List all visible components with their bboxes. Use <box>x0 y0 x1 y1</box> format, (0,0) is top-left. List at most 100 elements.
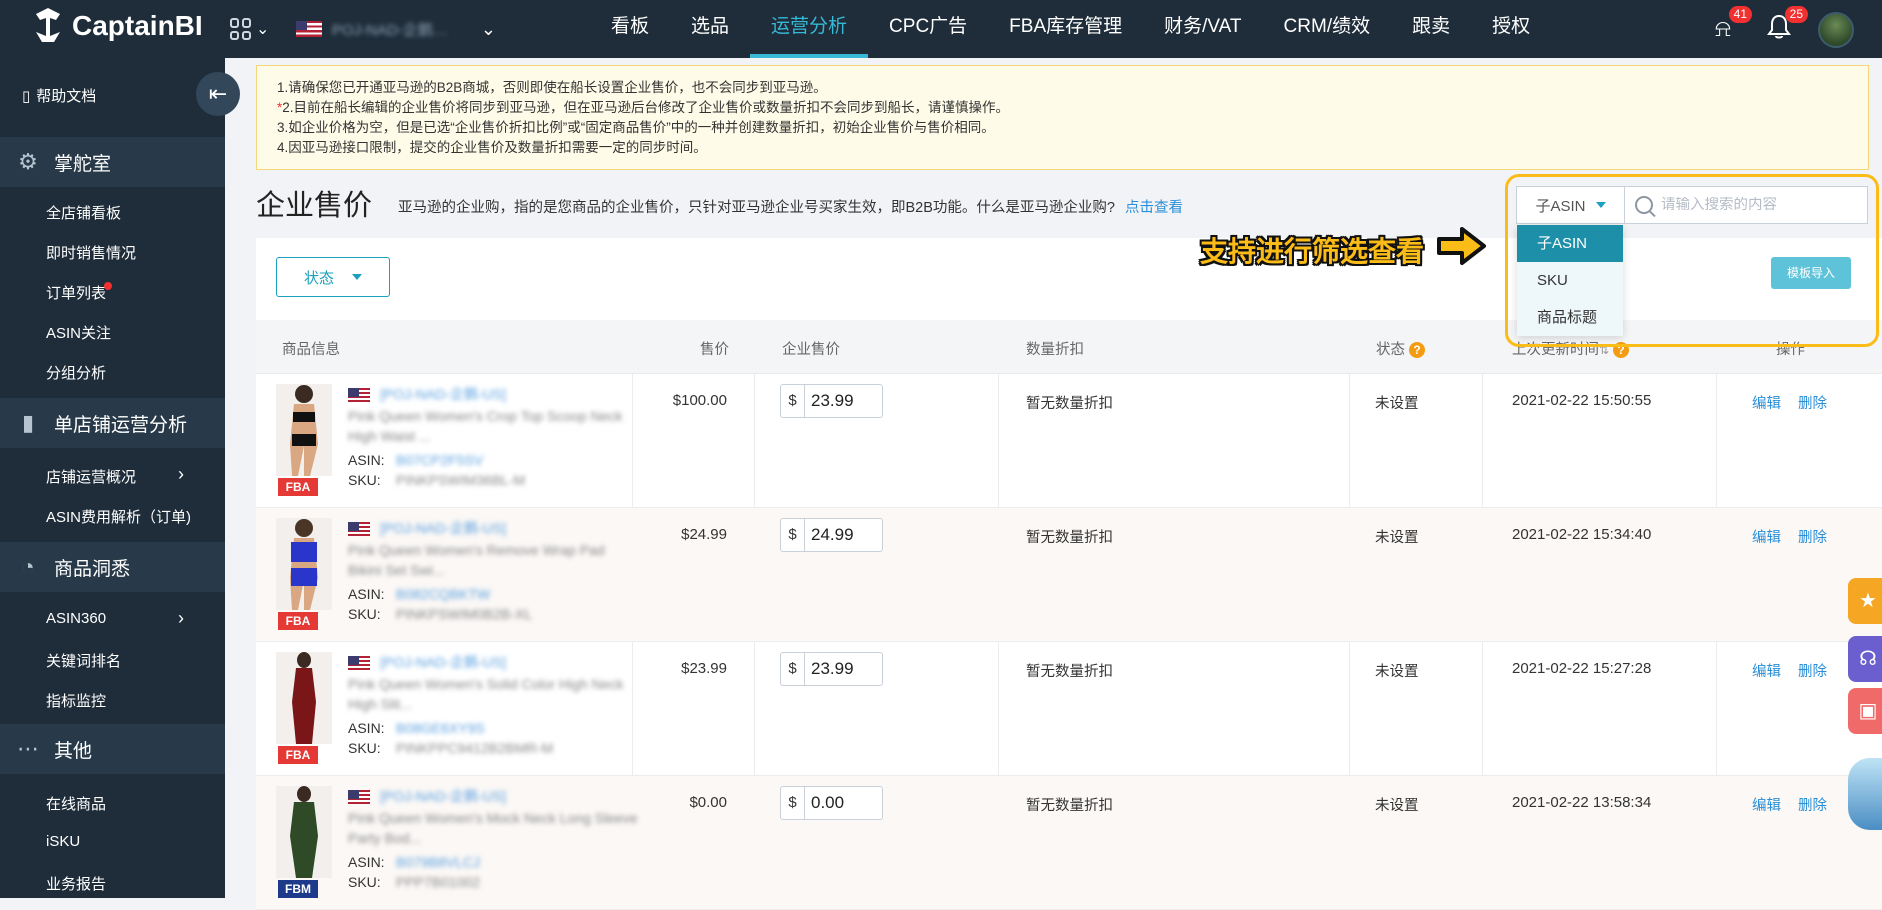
sku-value: PINKPSWIM0B2B-XL <box>396 606 533 622</box>
delete-button[interactable]: 删除 <box>1798 392 1827 413</box>
quantity-discount-value: 暂无数量折扣 <box>1026 530 1113 546</box>
menu-authorize[interactable]: 授权 <box>1471 0 1551 58</box>
sidebar-item-metric-monitor[interactable]: 指标监控 <box>46 690 106 711</box>
product-name[interactable]: Pink Queen Women's Crop Top Scoop Neck H… <box>348 406 638 446</box>
search-field <box>1625 187 1867 223</box>
sort-icon[interactable]: ⇅ <box>1599 343 1609 357</box>
business-price-input[interactable] <box>805 519 879 551</box>
content-panel: 状态 模板导入 商品信息 售价 企业售价 数量折扣 状态? 上次更新时间⇅? 操… <box>256 238 1882 910</box>
sidebar-item-orders[interactable]: 订单列表 <box>46 282 113 303</box>
dropdown-option-sku[interactable]: SKU <box>1517 262 1623 299</box>
fulfillment-badge: FBA <box>278 478 318 496</box>
help-icon[interactable]: ? <box>1409 342 1425 359</box>
gift-float-button[interactable]: ▣ <box>1848 688 1882 734</box>
header-product-info: 商品信息 <box>282 342 340 358</box>
product-name[interactable]: Pink Queen Women's Mock Neck Long Sleeve… <box>348 808 638 848</box>
delete-button[interactable]: 删除 <box>1798 794 1827 815</box>
sidebar-item-asin-watch[interactable]: ASIN关注 <box>46 322 111 343</box>
help-docs-link[interactable]: ▯ 帮助文档 <box>22 85 96 106</box>
alarm-icon: ⍾ <box>1715 15 1731 42</box>
status-filter-select[interactable]: 状态 <box>276 257 390 297</box>
us-flag-icon <box>348 790 370 804</box>
fulfillment-badge: FBM <box>278 880 318 898</box>
app-switcher-button[interactable]: ⌄ <box>230 14 278 44</box>
sidebar-item-realtime-sales[interactable]: 即时销售情况 <box>46 242 136 263</box>
us-flag-icon <box>296 21 322 37</box>
sidebar-section-insight[interactable]: ◔ 商品洞悉 <box>0 542 225 592</box>
search-input[interactable] <box>1661 197 1861 213</box>
edit-button[interactable]: 编辑 <box>1752 392 1781 413</box>
annotation-text: 支持进行筛选查看 <box>1200 236 1425 267</box>
sidebar-section-other[interactable]: ⋯ 其他 <box>0 724 225 774</box>
search-type-select[interactable]: 子ASIN <box>1517 187 1625 223</box>
delete-button[interactable]: 删除 <box>1798 526 1827 547</box>
pie-chart-icon: ◔ <box>21 554 35 579</box>
product-name[interactable]: Pink Queen Women's Remove Wrap Pad Bikin… <box>348 540 638 580</box>
asin-label: ASIN: <box>348 720 385 736</box>
support-float-button[interactable]: ☊ <box>1848 636 1882 682</box>
bar-chart-icon: ▮ <box>21 410 35 435</box>
menu-fba-inventory[interactable]: FBA库存管理 <box>988 0 1143 58</box>
asin-value[interactable]: B079B8VLCJ <box>396 854 480 870</box>
business-price-input[interactable] <box>805 653 879 685</box>
business-price-input[interactable] <box>805 385 879 417</box>
menu-operation-analysis[interactable]: 运营分析 <box>750 0 869 58</box>
menu-cpc-ads[interactable]: CPC广告 <box>868 0 988 58</box>
grid-icon <box>230 18 252 40</box>
headset-icon: ☊ <box>1859 648 1877 670</box>
product-name[interactable]: Pink Queen Women's Solid Color High Neck… <box>348 674 638 714</box>
store-selector[interactable]: POJ-NAD-企鹅… ⌄ <box>296 12 496 46</box>
search-type-value: 子ASIN <box>1535 197 1586 215</box>
us-flag-icon <box>348 656 370 670</box>
logo[interactable]: CaptainBI <box>30 6 203 46</box>
page-description-text: 亚马逊的企业购，指的是您商品的企业售价，只针对亚马逊企业号买家生效，即B2B功能… <box>398 200 1115 216</box>
assistant-avatar[interactable] <box>1848 758 1882 830</box>
sidebar-item-online-products[interactable]: 在线商品 <box>46 793 106 814</box>
learn-more-link[interactable]: 点击查看 <box>1125 200 1183 216</box>
dropdown-option-child-asin[interactable]: 子ASIN <box>1517 225 1623 262</box>
notice-line: 3.如企业价格为空，但是已选“企业售价折扣比例”或“固定商品售价”中的一种并创建… <box>277 120 995 135</box>
edit-button[interactable]: 编辑 <box>1752 794 1781 815</box>
sidebar-section-cockpit[interactable]: ⚙ 掌舵室 <box>0 137 225 187</box>
sidebar-item-asin-fee[interactable]: ASIN费用解析（订单) <box>46 506 191 527</box>
menu-finance-vat[interactable]: 财务/VAT <box>1143 0 1262 58</box>
edit-button[interactable]: 编辑 <box>1752 526 1781 547</box>
sidebar-item-all-stores-board[interactable]: 全店铺看板 <box>46 202 121 223</box>
notification-button[interactable]: 25 <box>1764 6 1808 44</box>
dropdown-option-title[interactable]: 商品标题 <box>1517 299 1623 336</box>
asin-value[interactable]: B08GE6XY9S <box>396 720 485 736</box>
help-icon[interactable]: ? <box>1613 342 1630 359</box>
currency-prefix: $ <box>781 653 805 685</box>
menu-dashboard[interactable]: 看板 <box>590 0 670 58</box>
avatar[interactable] <box>1818 12 1854 48</box>
sidebar-item-isku[interactable]: iSKU <box>46 833 80 850</box>
header-last-updated[interactable]: 上次更新时间⇅? <box>1512 338 1630 359</box>
header-status-label: 状态 <box>1376 342 1405 358</box>
asin-value[interactable]: B082CQBKTW <box>396 586 490 602</box>
sidebar-item-store-overview[interactable]: 店铺运营概况 › <box>46 464 184 487</box>
quantity-discount-value: 暂无数量折扣 <box>1026 664 1113 680</box>
sidebar-collapse-button[interactable]: ⇤ <box>196 72 240 116</box>
delete-button[interactable]: 删除 <box>1798 660 1827 681</box>
alert-button[interactable]: ⍾ 41 <box>1708 6 1752 44</box>
notice-line-text: 2.目前在船长编辑的企业售价将同步到亚马逊，但在亚马逊后台修改了企业售价或数量折… <box>282 100 1010 115</box>
favorite-float-button[interactable]: ★ <box>1848 578 1882 624</box>
sidebar-item-asin360[interactable]: ASIN360 › <box>46 608 184 628</box>
business-price-input[interactable] <box>805 787 879 819</box>
edit-button[interactable]: 编辑 <box>1752 660 1781 681</box>
gear-icon: ⚙ <box>18 149 38 174</box>
search-box: 子ASIN <box>1516 186 1868 224</box>
menu-follow-sell[interactable]: 跟卖 <box>1391 0 1471 58</box>
menu-selection[interactable]: 选品 <box>670 0 750 58</box>
sidebar-item-group-analysis[interactable]: 分组分析 <box>46 362 106 383</box>
asin-label: ASIN: <box>348 452 385 468</box>
template-import-button[interactable]: 模板导入 <box>1771 257 1851 289</box>
sidebar-item-keyword-rank[interactable]: 关键词排名 <box>46 650 121 671</box>
menu-crm[interactable]: CRM/绩效 <box>1263 0 1392 58</box>
sidebar-section-single-store[interactable]: ▮ 单店铺运营分析 <box>0 398 225 448</box>
product-store-tag: [POJ-NAD-企鹅-US] <box>380 520 506 536</box>
sidebar-item-business-report[interactable]: 业务报告 <box>46 873 106 894</box>
header-status: 状态? <box>1376 338 1425 359</box>
product-store-tag: [POJ-NAD-企鹅-US] <box>380 654 506 670</box>
asin-value[interactable]: B07CP2F5SV <box>396 452 483 468</box>
